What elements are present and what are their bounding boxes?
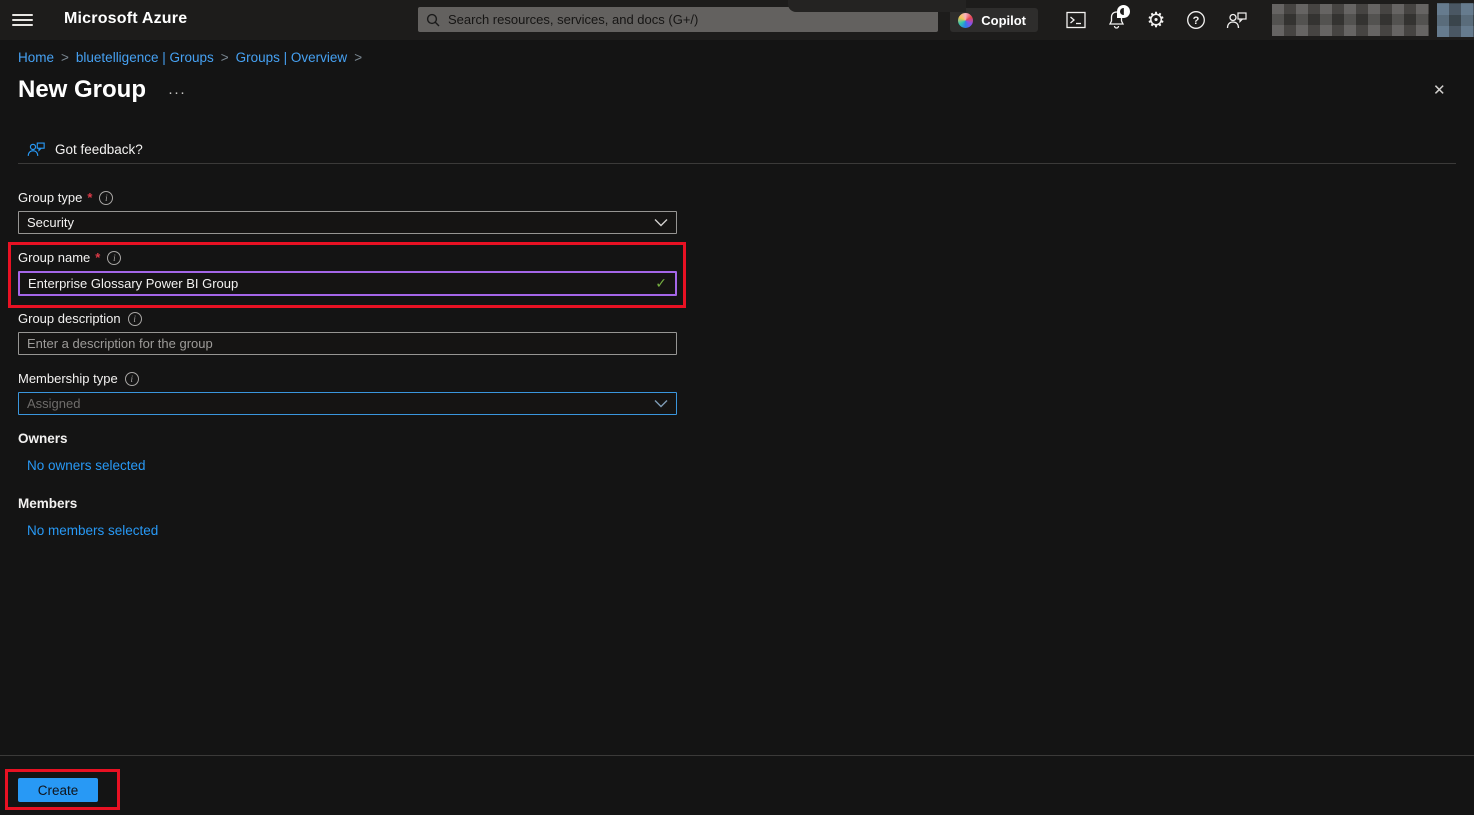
members-link[interactable]: No members selected bbox=[27, 523, 158, 538]
group-description-input[interactable] bbox=[27, 336, 668, 351]
members-label: Members bbox=[18, 496, 77, 511]
person-feedback-icon bbox=[1226, 11, 1247, 30]
valid-check-icon: ✓ bbox=[655, 275, 667, 292]
notification-badge bbox=[1117, 5, 1130, 18]
hamburger-menu-icon[interactable] bbox=[12, 11, 33, 28]
overlay-artifact bbox=[788, 0, 966, 12]
required-asterisk: * bbox=[87, 190, 92, 205]
chevron-down-icon bbox=[654, 218, 668, 227]
info-icon[interactable]: i bbox=[128, 312, 142, 326]
feedback-button[interactable] bbox=[1216, 0, 1256, 40]
notifications-button[interactable] bbox=[1096, 0, 1136, 40]
owners-link[interactable]: No owners selected bbox=[27, 458, 146, 473]
header-divider bbox=[18, 163, 1456, 164]
search-icon bbox=[426, 13, 440, 27]
group-name-input[interactable] bbox=[28, 276, 655, 291]
azure-brand-title[interactable]: Microsoft Azure bbox=[64, 10, 187, 28]
breadcrumb-tenant-groups[interactable]: bluetelligence | Groups bbox=[76, 50, 214, 65]
copilot-icon bbox=[958, 13, 973, 28]
help-icon: ? bbox=[1186, 10, 1206, 30]
page-title: New Group bbox=[18, 76, 146, 104]
svg-text:?: ? bbox=[1193, 15, 1200, 27]
got-feedback-label: Got feedback? bbox=[55, 142, 143, 157]
create-button[interactable]: Create bbox=[18, 778, 98, 802]
close-icon[interactable]: ✕ bbox=[1433, 81, 1446, 99]
group-type-dropdown[interactable]: Security bbox=[18, 211, 677, 234]
more-options-icon[interactable]: ··· bbox=[168, 84, 186, 101]
help-button[interactable]: ? bbox=[1176, 0, 1216, 40]
group-name-field: Group name * i ✓ bbox=[18, 250, 677, 296]
group-type-field: Group type * i Security bbox=[18, 190, 677, 234]
breadcrumb-separator: > bbox=[354, 50, 362, 65]
info-icon[interactable]: i bbox=[125, 372, 139, 386]
membership-type-value: Assigned bbox=[27, 396, 654, 411]
redacted-avatar[interactable] bbox=[1437, 3, 1474, 37]
membership-type-label: Membership type bbox=[18, 371, 118, 386]
cloud-shell-icon bbox=[1066, 11, 1086, 29]
group-type-value: Security bbox=[27, 215, 654, 230]
got-feedback-button[interactable]: Got feedback? bbox=[27, 141, 143, 158]
gear-icon: ⚙ bbox=[1147, 10, 1166, 31]
info-icon[interactable]: i bbox=[99, 191, 113, 205]
redacted-account-info[interactable] bbox=[1272, 4, 1429, 36]
footer-divider bbox=[0, 755, 1474, 756]
membership-type-dropdown[interactable]: Assigned bbox=[18, 392, 677, 415]
breadcrumb-groups-overview[interactable]: Groups | Overview bbox=[236, 50, 348, 65]
owners-label: Owners bbox=[18, 431, 68, 446]
info-icon[interactable]: i bbox=[107, 251, 121, 265]
breadcrumb-separator: > bbox=[61, 50, 69, 65]
top-bar: Microsoft Azure Copilot bbox=[0, 0, 1474, 40]
settings-button[interactable]: ⚙ bbox=[1136, 0, 1176, 40]
chevron-down-icon bbox=[654, 399, 668, 408]
group-description-field: Group description i bbox=[18, 311, 677, 355]
group-description-label: Group description bbox=[18, 311, 121, 326]
breadcrumb: Home > bluetelligence | Groups > Groups … bbox=[18, 50, 362, 65]
group-type-label: Group type bbox=[18, 190, 82, 205]
membership-type-field: Membership type i Assigned bbox=[18, 371, 677, 415]
group-name-label: Group name bbox=[18, 250, 90, 265]
feedback-person-icon bbox=[27, 141, 45, 158]
required-asterisk: * bbox=[95, 250, 100, 265]
cloud-shell-button[interactable] bbox=[1056, 0, 1096, 40]
search-input[interactable] bbox=[448, 12, 930, 27]
breadcrumb-separator: > bbox=[221, 50, 229, 65]
breadcrumb-home[interactable]: Home bbox=[18, 50, 54, 65]
